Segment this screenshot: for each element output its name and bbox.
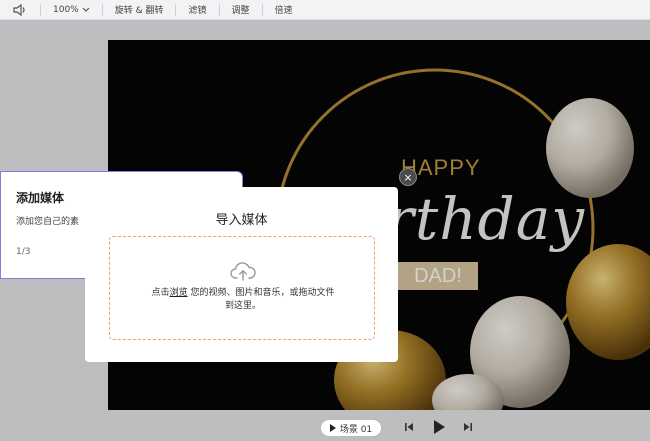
dialog-title: 导入媒体 [215, 213, 268, 228]
chevron-down-icon [82, 7, 90, 12]
scene-label: 场景 01 [339, 424, 373, 435]
zoom-dropdown[interactable]: 100% [41, 0, 102, 20]
top-toolbar: 100% 旋转 & 翻转 滤镜 调整 倍速 [0, 0, 650, 20]
close-dialog-button[interactable]: × [399, 168, 417, 186]
drop-instructions: 点击浏览 您的视频、图片和音乐，或拖动文件 到这里。 [110, 287, 376, 313]
skip-forward-icon[interactable] [462, 421, 474, 433]
play-scene-icon [329, 424, 336, 432]
zoom-label: 100% [53, 4, 79, 15]
filter-button[interactable]: 滤镜 [176, 0, 218, 20]
skip-back-icon[interactable] [403, 421, 415, 433]
speed-button[interactable]: 倍速 [263, 0, 305, 20]
drop-text-prefix: 点击 [151, 288, 170, 298]
scene-selector[interactable]: 场景 01 [320, 419, 382, 437]
drop-text-suffix: 您的视频、图片和音乐，或拖动文件 [187, 288, 335, 298]
file-drop-zone[interactable]: 点击浏览 您的视频、图片和音乐，或拖动文件 到这里。 [109, 236, 375, 340]
speaker-icon [13, 3, 25, 16]
upload-cloud-icon [230, 262, 256, 281]
play-icon[interactable] [432, 419, 446, 435]
tip-step-counter: 1/3 [16, 247, 31, 257]
rotate-flip-button[interactable]: 旋转 & 翻转 [103, 0, 176, 20]
browse-link[interactable]: 浏览 [170, 288, 188, 298]
adjust-button[interactable]: 调整 [220, 0, 262, 20]
close-icon: × [403, 170, 413, 184]
import-media-dialog: 导入媒体 点击浏览 您的视频、图片和音乐，或拖动文件 到这里。 [85, 187, 398, 362]
tip-title: 添加媒体 [16, 191, 65, 205]
drop-text-line2: 到这里。 [224, 301, 261, 311]
tip-description: 添加您自己的素 [16, 217, 80, 227]
volume-button[interactable] [0, 0, 40, 20]
playback-bar: 场景 01 [0, 413, 650, 441]
